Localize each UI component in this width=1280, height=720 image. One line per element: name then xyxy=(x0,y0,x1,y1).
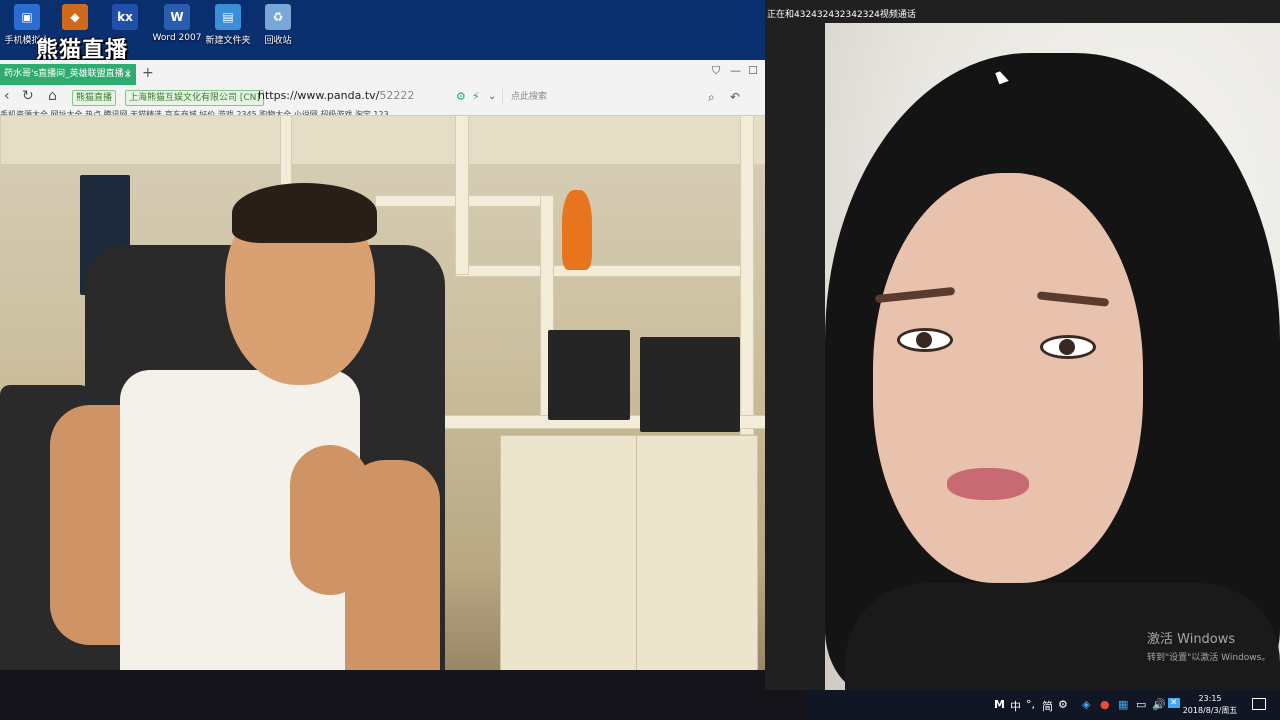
back-icon[interactable]: ‹ xyxy=(4,88,10,104)
watermark-title: 激活 Windows xyxy=(1147,632,1236,647)
security-icon[interactable]: ⚙ xyxy=(456,90,466,103)
company-badge: 上海熊猫互娱文化有限公司 [CN] xyxy=(125,90,264,106)
clock-time: 23:15 xyxy=(1198,694,1222,703)
streamer-webcam xyxy=(0,115,806,720)
network-tray-icon[interactable]: ▦ xyxy=(1118,698,1128,711)
call-video: 激活 Windows 转到"设置"以激活 Windows。 xyxy=(825,23,1280,690)
undo-icon[interactable]: ↶ xyxy=(730,90,740,104)
system-tray: M 中 °, 简 ⚙ ◈ ● ▦ ▭ 🔊 ✕ 23:15 2018/8/3/周五 xyxy=(806,690,1280,720)
site-badge: 熊猫直播 xyxy=(72,90,117,106)
search-icon[interactable]: ⌕ xyxy=(708,90,715,105)
recycle-bin-icon: ♻ xyxy=(265,4,291,30)
lightning-icon[interactable]: ⚡ xyxy=(472,90,480,103)
watermark-subtitle: 转到"设置"以激活 Windows。 xyxy=(1147,653,1271,663)
input-method-icon[interactable]: 中 xyxy=(1010,698,1021,714)
notification-icon[interactable] xyxy=(1252,698,1266,710)
lips xyxy=(947,468,1029,500)
game-icon: ◆ xyxy=(62,4,88,30)
cabinet-door xyxy=(636,435,758,677)
browser-window: 药水哥's直播间_英雄联盟直播 | × + ⛉ — ☐ ‹ ↻ ⌂ 熊猫直播 上… xyxy=(0,60,765,119)
desktop-icon-game[interactable]: ◆ xyxy=(48,4,102,33)
desktop-icon-recycle-bin[interactable]: ♻ 回收站 xyxy=(251,4,305,46)
speaker xyxy=(548,330,630,420)
tab-title: 药水哥's直播间_英雄联盟直播 | xyxy=(4,69,130,79)
shelf-post xyxy=(455,115,469,275)
shield-icon[interactable]: ⛉ xyxy=(712,64,720,78)
left-eye xyxy=(897,328,953,352)
address-bar: ‹ ↻ ⌂ 熊猫直播 上海熊猫互娱文化有限公司 [CN] https://www… xyxy=(0,85,765,109)
word-icon: W xyxy=(164,4,190,30)
maximize-icon[interactable]: ☐ xyxy=(748,64,758,77)
home-icon[interactable]: ⌂ xyxy=(48,88,57,104)
shelf-post xyxy=(740,115,754,435)
app-tray-icon[interactable]: ◈ xyxy=(1082,698,1090,711)
security-tray-icon[interactable]: ● xyxy=(1100,698,1110,711)
right-pupil xyxy=(1059,339,1075,355)
phone-emulator-icon: ▣ xyxy=(14,4,40,30)
desktop-icon-new-folder[interactable]: ▤ 新建文件夹 xyxy=(201,4,255,46)
face xyxy=(873,173,1143,583)
search-input[interactable]: 点此搜索 xyxy=(502,89,720,105)
speaker xyxy=(640,337,740,432)
minimize-icon[interactable]: — xyxy=(730,64,741,77)
shelf-board xyxy=(455,265,755,277)
tab-close-icon[interactable]: × xyxy=(124,64,132,85)
video-call-window: 正在和43243243234232​4视频通话 激活 Windows 转到"设置… xyxy=(765,0,1280,690)
clock[interactable]: 23:15 2018/8/3/周五 xyxy=(1179,693,1241,717)
url-field[interactable]: https://www.panda.tv/52222 xyxy=(258,89,414,102)
wall xyxy=(0,115,806,165)
url-host: https://www.panda.tv/ xyxy=(258,89,380,102)
desktop: ▣ 手机模拟大 ◆ kx W Word 2007 ▤ 新建文件夹 ♻ 回收站 熊… xyxy=(0,0,765,63)
left-pupil xyxy=(916,332,932,348)
new-tab-button[interactable]: + xyxy=(142,65,154,81)
streamer-hair xyxy=(232,183,377,243)
settings-icon[interactable]: ⚙ xyxy=(1058,698,1068,711)
tab-active[interactable]: 药水哥's直播间_英雄联盟直播 | × xyxy=(0,64,136,85)
desktop-icon-word[interactable]: W Word 2007 xyxy=(150,4,204,43)
desk xyxy=(0,670,806,720)
url-path: 52222 xyxy=(379,89,415,102)
monitor-icon[interactable]: ▭ xyxy=(1136,698,1146,711)
tray-m-icon[interactable]: M xyxy=(994,698,1005,711)
activate-windows-watermark: 激活 Windows 转到"设置"以激活 Windows。 xyxy=(1147,628,1270,663)
tab-bar: 药水哥's直播间_英雄联盟直播 | × + ⛉ — ☐ xyxy=(0,60,765,85)
volume-icon[interactable]: 🔊 xyxy=(1152,698,1166,711)
punctuation-icon[interactable]: °, xyxy=(1026,698,1035,711)
simplified-icon[interactable]: 简 xyxy=(1042,698,1053,714)
kx-icon: kx xyxy=(112,4,138,30)
close-tray-icon[interactable]: ✕ xyxy=(1168,698,1180,708)
call-title: 正在和43243243234232​4视频通话 xyxy=(767,10,916,20)
cabinet-door xyxy=(500,435,638,677)
desktop-icon-kx[interactable]: kx xyxy=(98,4,152,33)
chevron-down-icon[interactable]: ⌄ xyxy=(488,91,496,102)
refresh-icon[interactable]: ↻ xyxy=(22,88,34,104)
right-eye xyxy=(1040,335,1096,359)
clock-date: 2018/8/3/周五 xyxy=(1182,706,1238,715)
folder-icon: ▤ xyxy=(215,4,241,30)
orange-toy xyxy=(562,190,592,270)
